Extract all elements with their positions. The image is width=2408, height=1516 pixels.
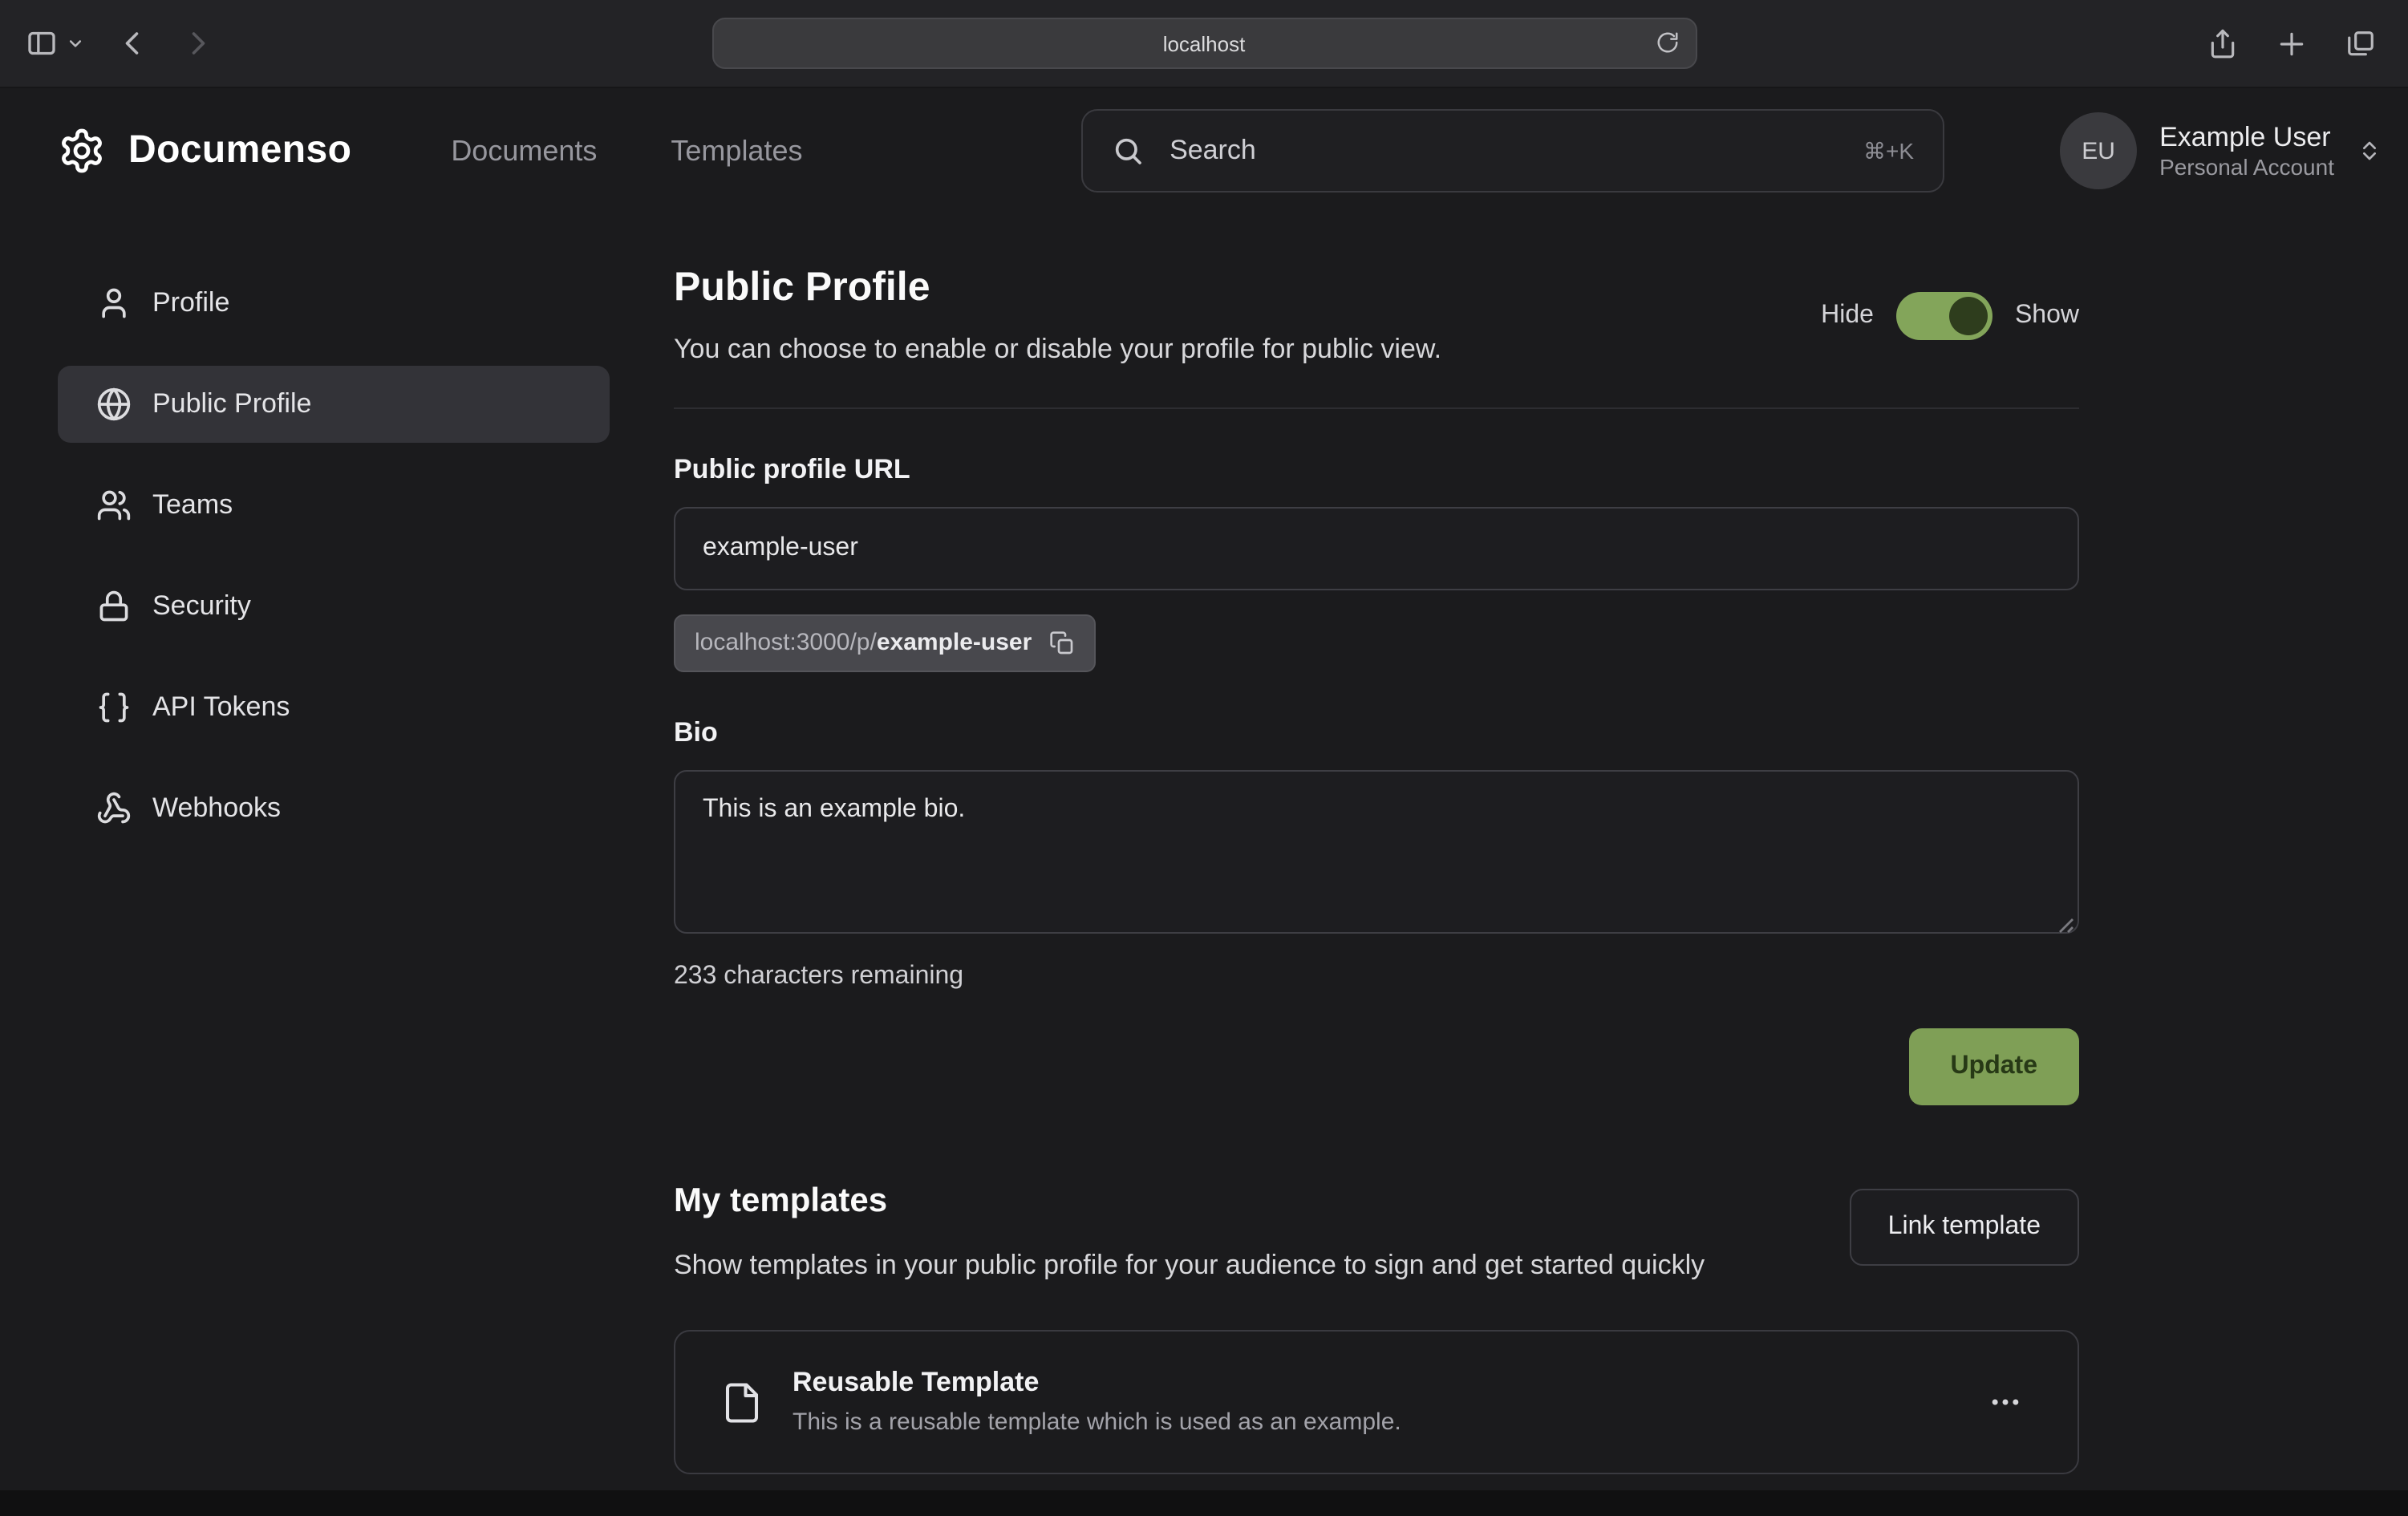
new-tab-icon[interactable]	[2276, 28, 2307, 59]
forward-icon[interactable]	[183, 29, 212, 58]
update-button[interactable]: Update	[1909, 1028, 2079, 1105]
my-templates-description: Show templates in your public profile fo…	[674, 1245, 1705, 1287]
lock-icon	[96, 589, 132, 624]
template-title: Reusable Template	[793, 1366, 1401, 1403]
template-description: This is a reusable template which is use…	[793, 1407, 1401, 1440]
page-description: You can choose to enable or disable your…	[674, 334, 1441, 366]
sidebar-item-webhooks[interactable]: Webhooks	[58, 770, 610, 847]
screen: localhost Documenso Documents	[0, 0, 2408, 1516]
user-menu[interactable]: EU Example User Personal Account	[2060, 112, 2382, 189]
address-bar[interactable]: localhost	[711, 18, 1697, 69]
brand-name: Documenso	[128, 128, 351, 173]
sidebar-item-label: Webhooks	[152, 792, 281, 825]
bio-textarea[interactable]: This is an example bio.	[674, 770, 2079, 934]
file-icon	[720, 1381, 764, 1425]
browser-right-controls	[2207, 28, 2408, 59]
address-bar-url: localhost	[1163, 31, 1246, 55]
documenso-logo-icon	[58, 127, 106, 175]
profile-visibility-toggle[interactable]	[1896, 291, 1992, 339]
resize-handle-icon[interactable]	[2058, 918, 2074, 934]
top-nav: Documents Templates	[451, 134, 802, 168]
visibility-toggle-row: Hide Show	[1821, 291, 2079, 339]
search-input[interactable]	[1166, 133, 1841, 168]
globe-icon	[96, 387, 132, 422]
nav-templates[interactable]: Templates	[671, 134, 802, 168]
sidebar-item-label: Security	[152, 590, 251, 622]
bio-field-wrap: This is an example bio.	[674, 770, 2079, 942]
users-icon	[96, 488, 132, 523]
sidebar-item-public-profile[interactable]: Public Profile	[58, 366, 610, 443]
avatar: EU	[2060, 112, 2137, 189]
settings-sidebar: Profile Public Profile Teams Security	[58, 265, 674, 1475]
sidebar-item-api-tokens[interactable]: API Tokens	[58, 669, 610, 746]
browser-toolbar: localhost	[0, 0, 2408, 88]
sidebar-item-label: Public Profile	[152, 388, 311, 420]
nav-documents[interactable]: Documents	[451, 134, 597, 168]
template-meta: Reusable Template This is a reusable tem…	[793, 1366, 1401, 1440]
window-bottom-edge	[0, 1490, 2408, 1516]
public-profile-settings: Public Profile You can choose to enable …	[674, 265, 2079, 1475]
search-bar[interactable]: ⌘+K	[1081, 109, 1944, 193]
template-more-button[interactable]	[1978, 1376, 2033, 1430]
template-list-item: Reusable Template This is a reusable tem…	[674, 1331, 2079, 1475]
profile-link-base: localhost:3000/p/	[695, 629, 877, 656]
my-templates-title: My templates	[674, 1182, 1705, 1221]
search-icon	[1112, 135, 1144, 167]
page-head-text: Public Profile You can choose to enable …	[674, 265, 1441, 366]
profile-url-label: Public profile URL	[674, 454, 2079, 486]
browser-left-controls	[0, 27, 212, 59]
copy-icon[interactable]	[1049, 630, 1075, 656]
page-head: Public Profile You can choose to enable …	[674, 265, 2079, 366]
tab-overview-icon[interactable]	[2345, 28, 2376, 59]
my-templates-text: My templates Show templates in your publ…	[674, 1182, 1705, 1287]
sidebar-item-security[interactable]: Security	[58, 568, 610, 645]
hide-label: Hide	[1821, 301, 1874, 330]
show-label: Show	[2015, 301, 2079, 330]
sidebar-item-label: API Tokens	[152, 691, 290, 724]
bio-label: Bio	[674, 717, 2079, 749]
profile-url-input[interactable]	[674, 507, 2079, 590]
user-meta: Example User Personal Account	[2159, 120, 2334, 182]
user-account: Personal Account	[2159, 154, 2334, 182]
sidebar-item-profile[interactable]: Profile	[58, 265, 610, 342]
my-templates-head: My templates Show templates in your publ…	[674, 1182, 2079, 1287]
link-template-button[interactable]: Link template	[1850, 1189, 2079, 1266]
reload-icon[interactable]	[1655, 30, 1679, 55]
characters-remaining: 233 characters remaining	[674, 963, 2079, 991]
brand[interactable]: Documenso	[58, 127, 351, 175]
profile-link-text: localhost:3000/p/example-user	[695, 629, 1032, 658]
settings-layout: Profile Public Profile Teams Security	[0, 213, 2408, 1475]
sidebar-toggle-icon[interactable]	[26, 27, 58, 59]
sidebar-item-label: Teams	[152, 489, 233, 521]
history-arrows	[119, 29, 212, 58]
toggle-knob	[1949, 296, 1988, 334]
ellipsis-icon	[1988, 1385, 2023, 1421]
chevron-down-icon[interactable]	[67, 35, 83, 51]
profile-link-copy[interactable]: localhost:3000/p/example-user	[674, 614, 1096, 672]
sidebar-item-teams[interactable]: Teams	[58, 467, 610, 544]
user-icon	[96, 286, 132, 321]
braces-icon	[96, 690, 132, 725]
divider	[674, 407, 2079, 409]
search-shortcut: ⌘+K	[1863, 137, 1914, 164]
back-icon[interactable]	[119, 29, 148, 58]
share-icon[interactable]	[2207, 28, 2238, 59]
webhook-icon	[96, 791, 132, 826]
app-header: Documenso Documents Templates ⌘+K EU Exa…	[0, 88, 2408, 213]
profile-link-slug: example-user	[877, 629, 1032, 656]
page-title: Public Profile	[674, 265, 1441, 311]
chevron-up-down-icon	[2357, 138, 2382, 164]
user-name: Example User	[2159, 120, 2334, 154]
sidebar-item-label: Profile	[152, 287, 229, 319]
